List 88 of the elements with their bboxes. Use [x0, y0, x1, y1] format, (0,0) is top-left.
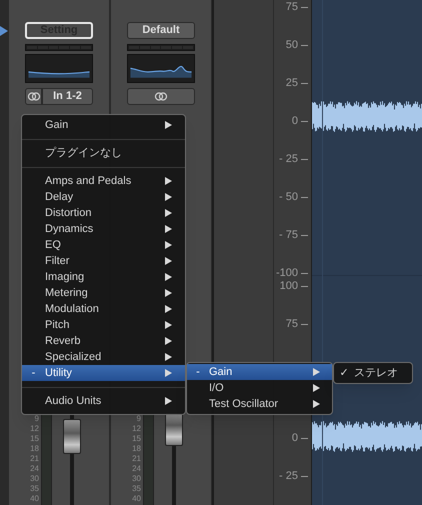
scale-label: 24	[132, 464, 142, 474]
menu-label: Filter	[45, 256, 70, 266]
scale-label: 30	[30, 474, 40, 484]
menu-label: EQ	[45, 240, 62, 250]
menu-label: プラグインなし	[45, 148, 123, 158]
menu-item[interactable]: Gain	[22, 117, 185, 133]
scale-label: 50	[286, 40, 298, 50]
level-meter	[25, 44, 93, 51]
menu-label: Delay	[45, 192, 74, 202]
menu-item[interactable]: ✓ ステレオ	[334, 365, 412, 381]
menu-item[interactable]: Reverb	[22, 333, 185, 349]
menu-item[interactable]: Audio Units	[22, 393, 185, 409]
submenu-arrow-icon	[165, 121, 172, 129]
scale-label: 21	[30, 454, 40, 464]
scale-label: 18	[132, 444, 142, 454]
menu-item[interactable]: EQ	[22, 237, 185, 253]
menu-item[interactable]: Delay	[22, 189, 185, 205]
menu-item[interactable]: Imaging	[22, 269, 185, 285]
menu-item[interactable]: - Utility	[22, 365, 185, 381]
menu-item[interactable]: - Gain	[187, 364, 332, 380]
scale-label: 75	[286, 318, 298, 330]
scale-label: 12	[30, 424, 40, 434]
link-button[interactable]	[25, 88, 42, 105]
menu-item[interactable]: Dynamics	[22, 221, 185, 237]
level-meter	[127, 44, 195, 51]
menu-label: Pitch	[45, 320, 70, 330]
scale-label: - 25	[279, 470, 298, 482]
menu-item[interactable]: I/O	[187, 380, 332, 396]
menu-label: Specialized	[45, 352, 102, 362]
scale-label: 15	[132, 434, 142, 444]
eq-thumbnail[interactable]	[25, 54, 93, 83]
setting-button[interactable]: Default	[127, 22, 195, 39]
scale-label: 40	[30, 494, 40, 504]
menu-label: Reverb	[45, 336, 82, 346]
fader-knob[interactable]	[165, 413, 183, 446]
scale-label: 9	[136, 414, 142, 424]
scale-label: 40	[132, 494, 142, 504]
input-button[interactable]: In 1-2	[42, 88, 93, 105]
scale-label: 21	[132, 454, 142, 464]
menu-label: Metering	[45, 288, 89, 298]
menu-label: Dynamics	[45, 224, 94, 234]
menu-item[interactable]: Test Oscillator	[187, 396, 332, 412]
menu-label: ステレオ	[354, 368, 399, 378]
scale-label: 25	[286, 78, 298, 88]
menu-mark: -	[32, 368, 36, 378]
menu-item[interactable]: Filter	[22, 253, 185, 269]
scale-label: 100	[280, 280, 298, 292]
menu-item[interactable]: Distortion	[22, 205, 185, 221]
menu-label: I/O	[209, 382, 225, 394]
eq-thumbnail[interactable]	[127, 54, 195, 83]
scale-label: 75	[286, 2, 298, 12]
scale-label: 35	[30, 484, 40, 494]
scale-label: 24	[30, 464, 40, 474]
menu-label: Test Oscillator	[209, 398, 280, 410]
link-icon	[154, 92, 168, 101]
scale-label: 15	[30, 434, 40, 444]
menu-label: Gain	[45, 120, 70, 130]
menu-item[interactable]: Pitch	[22, 317, 185, 333]
scale-label: 9	[34, 414, 40, 424]
submenu-arrow-icon	[165, 397, 172, 405]
menu-label: Distortion	[45, 208, 92, 218]
menu-label: Modulation	[45, 304, 100, 314]
menu-label: Utility	[45, 368, 73, 378]
menu-mark: ✓	[340, 368, 348, 378]
menu-item[interactable]: Metering	[22, 285, 185, 301]
scale-label: 35	[132, 484, 142, 494]
menu-label: Gain	[209, 366, 234, 378]
scale-label: 0	[292, 432, 298, 444]
menu-item[interactable]: Amps and Pedals	[22, 173, 185, 189]
scale-label: 12	[132, 424, 142, 434]
menu-item[interactable]: Modulation	[22, 301, 185, 317]
scale-label: - 75	[279, 230, 298, 240]
scale-label: -100	[276, 268, 298, 278]
scale-label: 18	[30, 444, 40, 454]
menu-item[interactable]: Specialized	[22, 349, 185, 365]
menu-item[interactable]: プラグインなし	[22, 145, 185, 161]
scale-label: 0	[292, 116, 298, 126]
menu-label: Amps and Pedals	[45, 176, 132, 186]
triangle-icon	[0, 26, 8, 36]
link-icon	[26, 92, 40, 101]
menu-label: Imaging	[45, 272, 86, 282]
menu-label: Audio Units	[45, 396, 102, 406]
scale-label: 30	[132, 474, 142, 484]
fader-knob[interactable]	[63, 419, 81, 454]
menu-mark: -	[196, 366, 200, 378]
scale-label: - 25	[279, 154, 298, 164]
scale-label: - 50	[279, 192, 298, 202]
link-button[interactable]	[127, 88, 195, 105]
